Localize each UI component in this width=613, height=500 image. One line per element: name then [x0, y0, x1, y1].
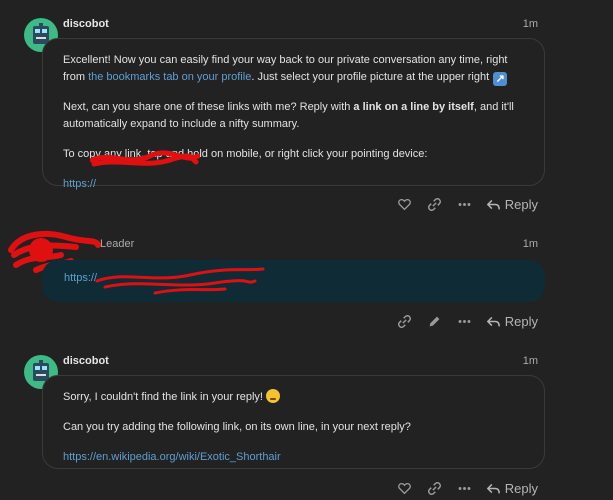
link-icon[interactable]	[427, 480, 443, 496]
post-time[interactable]: 1m	[523, 18, 538, 30]
post-author[interactable]: discobot	[63, 355, 109, 367]
post-paragraph: https://en.wikipedia.org/wiki/Exotic_Sho…	[63, 449, 524, 466]
post-paragraph: Next, can you share one of these links w…	[63, 99, 524, 133]
reply-label: Reply	[504, 196, 538, 212]
shared-link[interactable]: https://	[64, 272, 97, 284]
post-paragraph: Excellent! Now you can easily find your …	[63, 52, 524, 86]
example-link[interactable]: https://	[63, 178, 96, 190]
reply-label: Reply	[504, 313, 538, 329]
post-actions: Reply	[397, 313, 538, 329]
pencil-icon[interactable]	[427, 313, 443, 329]
reply-button[interactable]: Reply	[486, 480, 538, 496]
reply-icon	[486, 483, 500, 493]
post-paragraph: https://	[63, 176, 524, 193]
post-user: Leader 1m https:// Reply	[0, 225, 613, 340]
post-paragraph: Can you try adding the following link, o…	[63, 421, 411, 433]
post-author[interactable]: discobot	[63, 18, 109, 30]
link-icon[interactable]	[397, 313, 413, 329]
arrow-up-right-icon: ↗	[493, 72, 508, 86]
reply-button[interactable]: Reply	[486, 313, 538, 329]
more-icon[interactable]	[457, 196, 473, 212]
post-author-suffix[interactable]: Leader	[100, 238, 134, 250]
bold-text: a link on a line by itself	[353, 101, 474, 113]
text: . Just select your profile picture at th…	[251, 71, 490, 83]
text: Next, can you share one of these links w…	[63, 101, 354, 113]
reply-button[interactable]: Reply	[486, 196, 538, 212]
text: Sorry, I couldn't find the link in your …	[63, 391, 263, 403]
more-icon[interactable]	[457, 480, 473, 496]
reply-label: Reply	[504, 480, 538, 496]
crying-face-emoji	[266, 389, 280, 403]
post-paragraph: To copy any link, tap and hold on mobile…	[63, 148, 428, 160]
post-actions: Reply	[397, 480, 538, 496]
post-discobot-1: discobot 1m Excellent! Now you can easil…	[0, 0, 613, 220]
heart-icon[interactable]	[397, 480, 413, 496]
post-bubble: Sorry, I couldn't find the link in your …	[42, 375, 545, 469]
wikipedia-link[interactable]: https://en.wikipedia.org/wiki/Exotic_Sho…	[63, 451, 281, 463]
post-time[interactable]: 1m	[523, 238, 538, 250]
more-icon[interactable]	[457, 313, 473, 329]
post-actions: Reply	[397, 196, 538, 212]
post-bubble: Excellent! Now you can easily find your …	[42, 38, 545, 190]
reply-icon	[486, 316, 500, 326]
post-time[interactable]: 1m	[523, 355, 538, 367]
post-discobot-2: discobot 1m Sorry, I couldn't find the l…	[0, 352, 613, 500]
link-icon[interactable]	[427, 196, 443, 212]
heart-icon[interactable]	[397, 196, 413, 212]
post-paragraph: Sorry, I couldn't find the link in your …	[63, 389, 524, 406]
reply-icon	[486, 199, 500, 209]
bookmarks-tab-link[interactable]: the bookmarks tab on your profile	[88, 71, 251, 83]
post-bubble: https://	[42, 260, 545, 302]
